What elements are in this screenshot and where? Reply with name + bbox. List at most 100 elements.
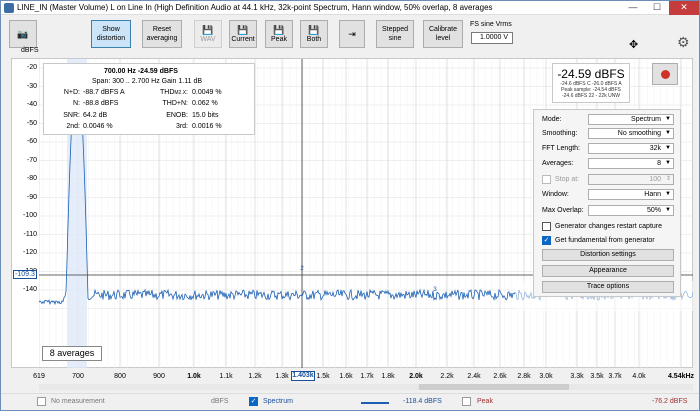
import-button[interactable]: ⇥ (339, 20, 365, 48)
window-title: LINE_IN (Master Volume) L on Line In (Hi… (17, 3, 493, 12)
save-peak-button[interactable]: 💾 Peak (265, 20, 293, 48)
fft-length-value: 32k (649, 145, 661, 152)
show-distortion-label-1: Show (102, 26, 120, 33)
record-button[interactable] (652, 63, 678, 85)
y-tick-label: -120 (22, 249, 37, 256)
app-icon (4, 3, 14, 13)
level-unweighted: -24.6 dBFS 22 - 22k UNW (561, 93, 621, 99)
measurement-unit: dBFS (211, 398, 229, 405)
app-window: LINE_IN (Master Volume) L on Line In (Hi… (0, 0, 700, 411)
level-meter: -24.59 dBFS -24.6 dBFS C -26.0 dBFS A Pe… (552, 63, 630, 103)
save-icon: 💾 (273, 24, 285, 35)
x-tick-label: 1.5k (316, 373, 330, 380)
save-both-button[interactable]: 💾 Both (300, 20, 328, 48)
x-tick-label: 2.6k (493, 373, 507, 380)
thd-value: 0.0049 % (192, 89, 222, 96)
maximize-button[interactable]: ☐ (645, 1, 669, 15)
save-wav-button[interactable]: 💾 WAV (194, 20, 222, 48)
show-distortion-button[interactable]: Show distortion (91, 20, 131, 48)
peak-checkbox[interactable] (462, 397, 471, 406)
show-distortion-label-2: distortion (96, 35, 126, 42)
level-value: -24.59 dBFS (557, 67, 625, 81)
y-tick-label: -50 (26, 119, 37, 127)
n-label: N: (73, 100, 80, 107)
stop-at-label: Stop at: (555, 176, 580, 183)
stepped-sine-button[interactable]: Stepped sine (376, 20, 414, 48)
trace-options-button[interactable]: Trace options (542, 281, 674, 293)
stepped-sine-label-1: Stepped (381, 26, 409, 33)
x-tick-label: 3.0k (539, 373, 553, 380)
stop-at-value: 100 (649, 176, 661, 183)
title-bar: LINE_IN (Master Volume) L on Line In (Hi… (1, 1, 699, 15)
y-tick-label: -110 (23, 230, 38, 238)
cursor-x-value[interactable]: 1.403k (291, 371, 315, 381)
chevron-down-icon: ▼ (665, 145, 671, 151)
mode-dropdown[interactable]: Spectrum ▼ (588, 114, 674, 125)
chevron-down-icon: ▼ (665, 130, 671, 136)
window-dropdown[interactable]: Hann ▼ (588, 189, 674, 200)
x-tick-label: 1.6k (339, 373, 353, 380)
horizontal-scrollbar[interactable] (39, 384, 693, 390)
thdn-value: 0.062 % (192, 100, 218, 107)
averages-value: 8 (657, 160, 661, 167)
enob-value: 15.0 bits (192, 112, 219, 119)
averages-dropdown[interactable]: 8 ▼ (588, 158, 674, 169)
chevron-down-icon: ▼ (665, 207, 671, 213)
x-tick-label: 2.4k (467, 373, 481, 380)
y-tick-label: -40 (26, 101, 37, 108)
overlap-value: 50% (646, 207, 661, 214)
move-arrows-icon[interactable]: ✥ (629, 38, 638, 51)
save-icon: 💾 (202, 24, 214, 35)
save-icon: 💾 (308, 24, 320, 35)
x-tick-label: 4.54kHz (667, 373, 695, 380)
overlap-label: Max Overlap: (542, 207, 584, 214)
chevron-down-icon: ▼ (665, 191, 671, 197)
h3-label: 3rd: (175, 123, 188, 130)
thdn-label: THD+N: (162, 100, 188, 107)
record-icon (661, 70, 670, 79)
thd-label: THDM2.X: (159, 89, 188, 96)
save-current-button[interactable]: 💾 Current (229, 20, 257, 48)
calibrate-level-label-1: Calibrate (428, 26, 457, 33)
y-axis-unit: dBFS (21, 47, 39, 54)
stop-at-checkbox[interactable] (542, 175, 551, 184)
x-tick-label: 2.8k (517, 373, 531, 380)
spectrum-legend-line (361, 402, 389, 404)
camera-button[interactable]: 📷 (9, 20, 37, 48)
x-tick-label: 1.2k (248, 373, 262, 380)
fft-length-dropdown[interactable]: 32k ▼ (588, 143, 674, 154)
distortion-settings-button[interactable]: Distortion settings (542, 249, 674, 261)
reset-averaging-button[interactable]: Reset averaging (142, 20, 182, 48)
x-tick-label: 1.1k (219, 373, 233, 380)
no-measurement-checkbox[interactable] (37, 397, 46, 406)
smoothing-value: No smoothing (617, 130, 661, 137)
spectrum-checkbox[interactable]: ✓ (249, 397, 258, 406)
window-value: Hann (644, 191, 661, 198)
close-button[interactable]: ✕ (669, 1, 699, 15)
h2-label: 2nd: (66, 123, 80, 130)
save-peak-label: Peak (271, 35, 287, 43)
x-tick-label: 3.5k (590, 373, 604, 380)
x-tick-label: 1.3k (275, 373, 289, 380)
stop-at-spinner[interactable]: 100 ⇕ (588, 174, 674, 185)
reset-averaging-label-1: Reset (152, 26, 172, 33)
y-tick-label: -30 (26, 82, 37, 90)
gen-restart-checkbox[interactable] (542, 222, 551, 231)
fs-sine-input[interactable]: 1.0000 V (471, 32, 513, 44)
y-tick-label: -70 (26, 156, 37, 164)
no-measurement-label: No measurement (51, 398, 105, 405)
y-tick-label: -140 (22, 286, 37, 293)
scrollbar-thumb[interactable] (419, 384, 569, 390)
spinner-icon: ⇕ (665, 176, 671, 182)
chevron-down-icon: ▼ (665, 160, 671, 166)
gear-icon[interactable]: ⚙ (677, 34, 690, 51)
x-tick-label: 3.3k (570, 373, 584, 380)
overlap-dropdown[interactable]: 50% ▼ (588, 205, 674, 216)
minimize-button[interactable]: — (621, 1, 645, 15)
appearance-button[interactable]: Appearance (542, 265, 674, 277)
smoothing-dropdown[interactable]: No smoothing ▼ (588, 128, 674, 139)
x-tick-label: 700 (72, 373, 84, 380)
calibrate-level-button[interactable]: Calibrate level (423, 20, 463, 48)
get-fundamental-checkbox[interactable]: ✓ (542, 236, 551, 245)
cursor-y-value[interactable]: -109.3 (13, 270, 37, 279)
